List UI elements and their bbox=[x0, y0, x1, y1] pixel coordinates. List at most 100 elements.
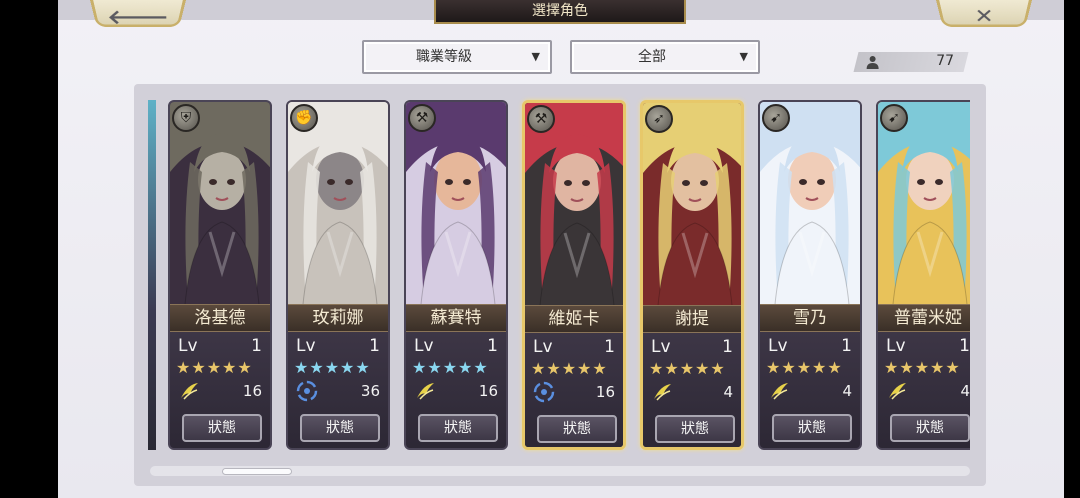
character-select-screen: 🡐 選擇角色 ✕ 職業等級 ▼ 全部 ▼ 77 ⛨ 洛基德 Lv 1 ★★★★★… bbox=[58, 0, 1064, 498]
character-card[interactable]: ⚒ 維姬卡 Lv 1 ★★★★★ 16 狀態 bbox=[522, 100, 626, 450]
chevron-down-icon: ▼ bbox=[739, 50, 748, 63]
character-card-list[interactable]: ⛨ 洛基德 Lv 1 ★★★★★ 16 狀態 ✊ 玫莉娜 Lv 1 ★★★★★ … bbox=[148, 94, 970, 460]
element-row: 16 bbox=[178, 380, 262, 402]
level-row: Lv 1 bbox=[296, 336, 380, 356]
status-button[interactable]: 狀態 bbox=[890, 414, 970, 442]
status-button[interactable]: 狀態 bbox=[300, 414, 380, 442]
level-label: Lv bbox=[414, 336, 434, 356]
hammer-icon: ⚒ bbox=[527, 105, 555, 133]
element-value: 4 bbox=[842, 382, 852, 400]
level-label: Lv bbox=[533, 337, 553, 357]
wind-element-icon bbox=[651, 381, 673, 403]
level-label: Lv bbox=[296, 336, 316, 356]
element-value: 4 bbox=[960, 382, 970, 400]
back-arrow-icon: 🡐 bbox=[107, 5, 169, 29]
element-value: 16 bbox=[595, 383, 615, 401]
level-value: 1 bbox=[959, 336, 970, 356]
wind-element-icon bbox=[178, 380, 200, 402]
star-rating: ★★★★★ bbox=[649, 359, 726, 378]
level-value: 1 bbox=[251, 336, 262, 356]
character-card[interactable]: ➹ 普蕾米婭 Lv 1 ★★★★★ 4 狀態 bbox=[876, 100, 970, 450]
level-row: Lv 1 bbox=[651, 337, 733, 357]
status-button[interactable]: 狀態 bbox=[772, 414, 852, 442]
partial-card-edge[interactable] bbox=[148, 100, 156, 450]
left-letterbox bbox=[0, 0, 58, 498]
character-portrait bbox=[760, 102, 860, 316]
status-button[interactable]: 狀態 bbox=[655, 415, 735, 443]
character-info: Lv 1 ★★★★★ 16 狀態 bbox=[525, 333, 623, 447]
character-name: 玫莉娜 bbox=[288, 304, 388, 332]
close-button[interactable]: ✕ bbox=[932, 0, 1036, 28]
character-info: Lv 1 ★★★★★ 36 狀態 bbox=[288, 332, 388, 448]
wind-element-icon bbox=[414, 380, 436, 402]
shield-icon: ⛨ bbox=[172, 104, 200, 132]
level-value: 1 bbox=[841, 336, 852, 356]
level-label: Lv bbox=[178, 336, 198, 356]
water-element-icon bbox=[533, 381, 555, 403]
spear-icon: ➶ bbox=[645, 105, 673, 133]
element-row: 4 bbox=[886, 380, 970, 402]
bow-icon: ➹ bbox=[762, 104, 790, 132]
level-value: 1 bbox=[604, 337, 615, 357]
character-name: 維姬卡 bbox=[525, 305, 623, 333]
star-rating: ★★★★★ bbox=[766, 358, 843, 377]
character-info: Lv 1 ★★★★★ 4 狀態 bbox=[878, 332, 970, 448]
category-dropdown[interactable]: 全部 ▼ bbox=[570, 40, 760, 74]
character-card[interactable]: ⛨ 洛基德 Lv 1 ★★★★★ 16 狀態 bbox=[168, 100, 272, 450]
element-value: 36 bbox=[360, 382, 380, 400]
star-rating: ★★★★★ bbox=[531, 359, 608, 378]
level-value: 1 bbox=[722, 337, 733, 357]
status-button[interactable]: 狀態 bbox=[537, 415, 617, 443]
character-card[interactable]: ✊ 玫莉娜 Lv 1 ★★★★★ 36 狀態 bbox=[286, 100, 390, 450]
character-portrait bbox=[170, 102, 270, 316]
back-button[interactable]: 🡐 bbox=[86, 0, 190, 29]
status-button[interactable]: 狀態 bbox=[418, 414, 498, 442]
fist-icon: ✊ bbox=[290, 104, 318, 132]
character-info: Lv 1 ★★★★★ 16 狀態 bbox=[170, 332, 270, 448]
element-row: 16 bbox=[414, 380, 498, 402]
chevron-down-icon: ▼ bbox=[531, 50, 540, 63]
level-label: Lv bbox=[651, 337, 671, 357]
character-name: 普蕾米婭 bbox=[878, 304, 970, 332]
level-label: Lv bbox=[886, 336, 906, 356]
character-info: Lv 1 ★★★★★ 4 狀態 bbox=[643, 333, 741, 447]
character-portrait bbox=[643, 103, 741, 317]
character-name: 雪乃 bbox=[760, 304, 860, 332]
category-dropdown-label: 全部 bbox=[638, 49, 666, 65]
character-name: 謝提 bbox=[643, 305, 741, 333]
element-value: 16 bbox=[478, 382, 498, 400]
character-card[interactable]: ➶ 謝提 Lv 1 ★★★★★ 4 狀態 bbox=[640, 100, 744, 450]
bow-icon: ➹ bbox=[880, 104, 908, 132]
owned-count: 77 bbox=[936, 53, 955, 69]
character-panel: ⛨ 洛基德 Lv 1 ★★★★★ 16 狀態 ✊ 玫莉娜 Lv 1 ★★★★★ … bbox=[134, 84, 986, 486]
scrollbar-thumb[interactable] bbox=[222, 468, 292, 475]
level-label: Lv bbox=[768, 336, 788, 356]
close-icon: ✕ bbox=[974, 4, 994, 28]
hammer-icon: ⚒ bbox=[408, 104, 436, 132]
character-name: 洛基德 bbox=[170, 304, 270, 332]
class-level-dropdown[interactable]: 職業等級 ▼ bbox=[362, 40, 552, 74]
level-row: Lv 1 bbox=[768, 336, 852, 356]
element-row: 4 bbox=[768, 380, 852, 402]
character-card[interactable]: ➹ 雪乃 Lv 1 ★★★★★ 4 狀態 bbox=[758, 100, 862, 450]
level-row: Lv 1 bbox=[533, 337, 615, 357]
level-row: Lv 1 bbox=[414, 336, 498, 356]
character-info: Lv 1 ★★★★★ 16 狀態 bbox=[406, 332, 506, 448]
element-value: 4 bbox=[723, 383, 733, 401]
character-portrait bbox=[288, 102, 388, 316]
owned-count-badge: 77 bbox=[853, 52, 969, 72]
character-portrait bbox=[878, 102, 970, 316]
star-rating: ★★★★★ bbox=[412, 358, 489, 377]
page-title: 選擇角色 bbox=[434, 0, 686, 24]
character-card[interactable]: ⚒ 蘇賽特 Lv 1 ★★★★★ 16 狀態 bbox=[404, 100, 508, 450]
element-row: 4 bbox=[651, 381, 733, 403]
character-portrait bbox=[406, 102, 506, 316]
water-element-icon bbox=[296, 380, 318, 402]
level-row: Lv 1 bbox=[178, 336, 262, 356]
status-button[interactable]: 狀態 bbox=[182, 414, 262, 442]
character-name: 蘇賽特 bbox=[406, 304, 506, 332]
element-value: 16 bbox=[242, 382, 262, 400]
horizontal-scrollbar[interactable] bbox=[150, 466, 970, 476]
star-rating: ★★★★★ bbox=[294, 358, 371, 377]
element-row: 16 bbox=[533, 381, 615, 403]
